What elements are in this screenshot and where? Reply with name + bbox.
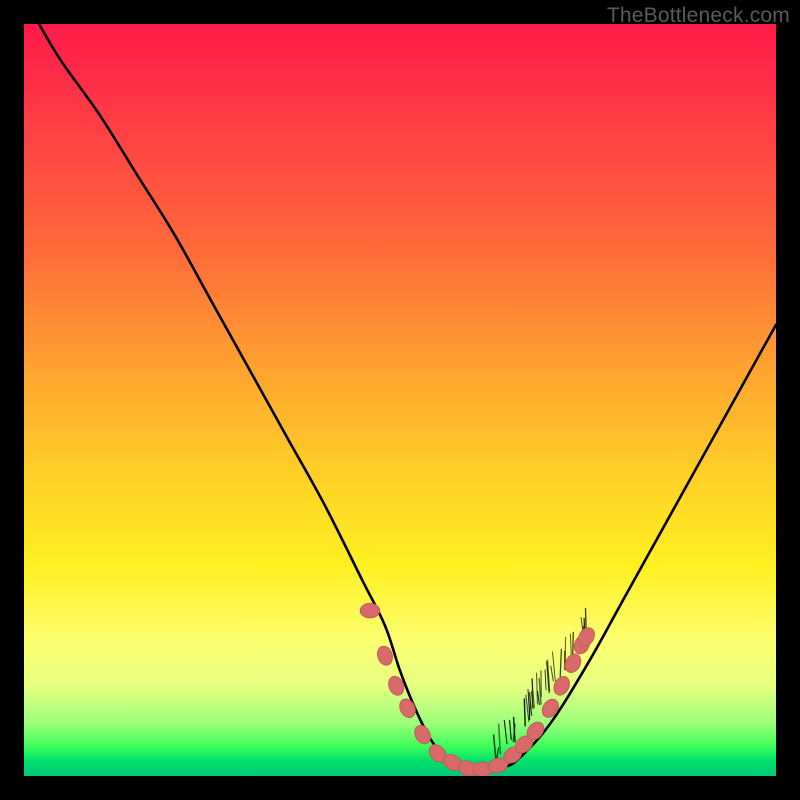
watermark-text: TheBottleneck.com xyxy=(607,4,790,28)
outer-frame: TheBottleneck.com xyxy=(0,0,800,800)
plot-gradient-area xyxy=(24,24,776,776)
